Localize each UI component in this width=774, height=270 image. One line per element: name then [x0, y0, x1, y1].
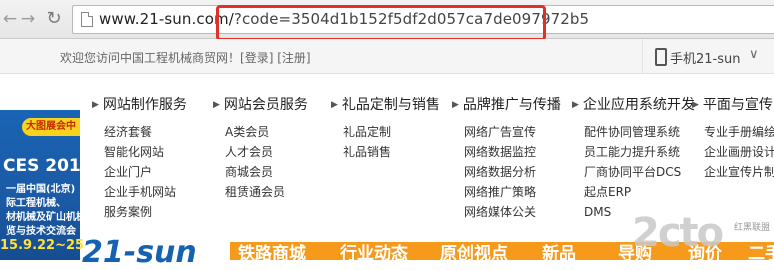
- chevron-down-icon: ∨: [749, 47, 759, 62]
- watermark-subtext: 红黑联盟: [734, 223, 771, 233]
- ad-title: CES 2015: [3, 156, 80, 176]
- register-link[interactable]: [注册]: [277, 51, 310, 65]
- triangle-right-icon: ▶: [92, 100, 99, 110]
- menu-column-title[interactable]: ▶ 品牌推广与传播: [452, 96, 561, 118]
- ad-line: 览与技术交流会: [6, 226, 76, 237]
- menu-column-brand-promotion: ▶ 品牌推广与传播 网络广告宣传 网络数据监控 网络数据分析 网络推广策略 网络媒…: [452, 96, 561, 222]
- menu-item[interactable]: 企业手机网站: [104, 182, 187, 202]
- page-icon: [81, 12, 93, 27]
- welcome-message: 欢迎您访问中国工程机械商贸网！: [60, 51, 241, 65]
- menu-column-title[interactable]: ▶ 网站制作服务: [92, 96, 187, 118]
- menu-item[interactable]: 网络数据分析: [464, 162, 561, 182]
- menu-item[interactable]: 员工能力提升系统: [584, 142, 695, 162]
- login-link[interactable]: [登录]: [240, 51, 273, 65]
- triangle-right-icon: ▶: [572, 100, 579, 110]
- menu-item[interactable]: 起点ERP: [584, 182, 695, 202]
- forward-arrow-icon[interactable]: →: [18, 9, 38, 29]
- menu-column-title[interactable]: ▶ 企业应用系统开发: [572, 96, 695, 118]
- menu-item[interactable]: 网络推广策略: [464, 182, 561, 202]
- menu-item[interactable]: 礼品销售: [343, 142, 440, 162]
- menu-item[interactable]: 厂商协同平台DCS: [584, 162, 695, 182]
- triangle-right-icon: ▶: [331, 100, 338, 110]
- menu-item[interactable]: 企业画册设计: [704, 142, 774, 162]
- main-nav-bar: 铁路商城 行业动态 原创视点 新品 导购 询价 二手: [230, 242, 774, 264]
- mobile-site-dropdown[interactable]: 手机21-sun ∨: [642, 39, 774, 73]
- menu-item[interactable]: 网络广告宣传: [464, 122, 561, 142]
- top-bar: 欢迎您访问中国工程机械商贸网！[登录] [注册] 手机21-sun ∨: [0, 39, 774, 74]
- menu-item[interactable]: 经济套餐: [104, 122, 187, 142]
- menu-item[interactable]: 商城会员: [225, 162, 308, 182]
- back-arrow-icon[interactable]: ←: [0, 9, 20, 29]
- menu-item[interactable]: 网络媒体公关: [464, 202, 561, 222]
- url-host: www.21-sun.com/: [99, 10, 234, 28]
- nav-item[interactable]: 询价: [688, 243, 722, 265]
- triangle-right-icon: ▶: [452, 100, 459, 110]
- nav-item[interactable]: 原创视点: [440, 243, 508, 265]
- menu-item[interactable]: 企业宣传片制: [704, 162, 774, 182]
- phone-icon: [655, 48, 667, 66]
- triangle-right-icon: ▶: [213, 100, 220, 110]
- triangle-right-icon: ▶: [692, 100, 699, 110]
- menu-item[interactable]: 企业门户: [104, 162, 187, 182]
- ad-line: 一届中国(北京): [6, 184, 76, 195]
- menu-item[interactable]: 礼品定制: [343, 122, 440, 142]
- ad-date: 15.9.22~25: [0, 238, 85, 253]
- menu-item[interactable]: 智能化网站: [104, 142, 187, 162]
- menu-item[interactable]: 服务案例: [104, 202, 187, 222]
- menu-column-print-design: ▶ 平面与宣传 专业手册编绘 企业画册设计 企业宣传片制: [692, 96, 774, 182]
- nav-item[interactable]: 铁路商城: [238, 243, 306, 265]
- url-highlight-box: [216, 5, 546, 41]
- menu-column-enterprise-systems: ▶ 企业应用系统开发 配件协同管理系统 员工能力提升系统 厂商协同平台DCS 起点…: [572, 96, 695, 222]
- site-logo[interactable]: 21-sun: [82, 238, 197, 268]
- menu-column-website-building: ▶ 网站制作服务 经济套餐 智能化网站 企业门户 企业手机网站 服务案例: [92, 96, 187, 222]
- menu-column-gifts: ▶ 礼品定制与销售 礼品定制 礼品销售: [331, 96, 440, 162]
- ad-line: 际工程机械、: [6, 198, 66, 209]
- menu-item[interactable]: 人才会员: [225, 142, 308, 162]
- welcome-text: 欢迎您访问中国工程机械商贸网！[登录] [注册]: [60, 49, 311, 66]
- reload-icon[interactable]: ↻: [44, 9, 64, 29]
- nav-item[interactable]: 新品: [542, 243, 576, 265]
- nav-item[interactable]: 导购: [618, 243, 652, 265]
- ad-badge: 大图展会中: [22, 118, 80, 136]
- menu-item[interactable]: 网络数据监控: [464, 142, 561, 162]
- nav-item[interactable]: 二手: [748, 243, 774, 265]
- mobile-site-label: 手机21-sun: [670, 52, 741, 67]
- menu-item[interactable]: 租赁通会员: [225, 182, 308, 202]
- ad-line: 材机械及矿山机械: [6, 212, 80, 223]
- menu-column-title[interactable]: ▶ 平面与宣传: [692, 96, 774, 118]
- nav-item[interactable]: 行业动态: [340, 243, 408, 265]
- menu-item[interactable]: 配件协同管理系统: [584, 122, 695, 142]
- menu-item[interactable]: DMS: [584, 202, 695, 222]
- menu-column-title[interactable]: ▶ 网站会员服务: [213, 96, 308, 118]
- menu-column-title[interactable]: ▶ 礼品定制与销售: [331, 96, 440, 118]
- menu-item[interactable]: A类会员: [225, 122, 308, 142]
- menu-column-membership: ▶ 网站会员服务 A类会员 人才会员 商城会员 租赁通会员: [213, 96, 308, 202]
- menu-item[interactable]: 专业手册编绘: [704, 122, 774, 142]
